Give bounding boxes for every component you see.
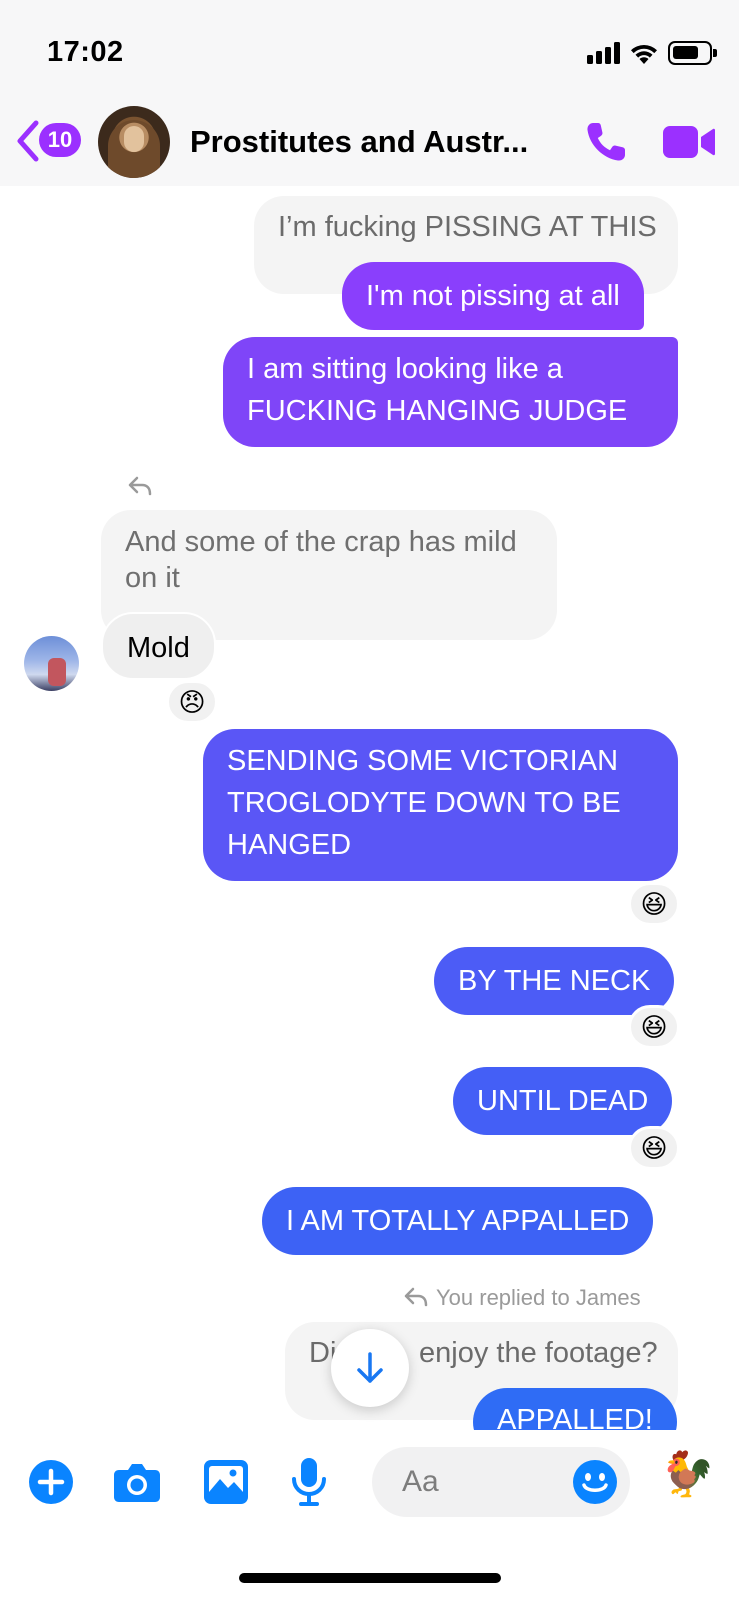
message-line: SENDING SOME VICTORIAN — [227, 745, 619, 777]
outgoing-message[interactable]: I AM TOTALLY APPALLED — [262, 1187, 654, 1255]
outgoing-message[interactable]: SENDING SOME VICTORIAN TROGLODYTE DOWN T… — [203, 729, 678, 881]
battery-icon — [668, 41, 717, 65]
chat-title[interactable]: Prostitutes and Austr... — [190, 124, 528, 160]
photo-gallery-icon[interactable] — [204, 1460, 248, 1504]
message-text: BY THE NECK — [458, 965, 651, 997]
video-call-icon[interactable] — [662, 124, 716, 160]
quoted-message-text-end: enjoy the footage? — [419, 1337, 658, 1369]
message-text: UNTIL DEAD — [477, 1085, 649, 1117]
phone-call-icon[interactable] — [584, 120, 628, 164]
arrow-down-icon — [357, 1352, 383, 1383]
sender-avatar[interactable] — [24, 636, 79, 691]
status-bar: 17:02 — [0, 0, 739, 100]
incoming-message[interactable]: Mold — [101, 612, 216, 680]
cellular-signal-icon — [587, 42, 621, 64]
message-text: Mold — [127, 632, 190, 664]
wifi-icon — [631, 44, 657, 64]
message-reaction[interactable]: 😆 — [628, 1126, 680, 1170]
plus-circle-icon[interactable] — [29, 1460, 73, 1504]
quoted-message-line: on it — [125, 562, 180, 594]
message-reaction[interactable]: 😆 — [628, 1005, 680, 1049]
unread-count-badge: 10 — [39, 123, 81, 157]
message-text: I'm not pissing at all — [366, 280, 620, 312]
message-line: HANGED — [227, 829, 352, 861]
quick-reaction-button[interactable]: 🐓 — [660, 1450, 715, 1500]
quoted-message-line: And some of the crap has mild — [125, 526, 517, 558]
reply-context-label: You replied to James — [436, 1285, 641, 1310]
outgoing-message[interactable]: BY THE NECK — [434, 947, 675, 1015]
outgoing-message[interactable]: I'm not pissing at all — [342, 262, 644, 330]
quoted-message-text: I’m fucking PISSING AT THIS — [278, 211, 657, 243]
chevron-left-icon — [17, 120, 39, 162]
outgoing-message[interactable]: I am sitting looking like a FUCKING HANG… — [223, 337, 678, 447]
message-line: I am sitting looking like a — [247, 353, 563, 385]
chat-header: 10 Prostitutes and Austr... — [0, 100, 739, 186]
reply-arrow-icon — [404, 1287, 428, 1307]
message-input[interactable]: Aa — [372, 1447, 630, 1517]
camera-icon[interactable] — [113, 1462, 161, 1502]
home-indicator — [239, 1573, 501, 1583]
message-reaction[interactable]: 😠 — [166, 680, 218, 724]
reply-arrow-icon — [128, 476, 152, 496]
message-line: FUCKING HANGING JUDGE — [247, 395, 628, 427]
outgoing-message[interactable]: UNTIL DEAD — [453, 1067, 673, 1135]
scroll-to-bottom-button[interactable] — [331, 1329, 409, 1407]
group-avatar[interactable] — [98, 106, 170, 178]
message-text: I AM TOTALLY APPALLED — [286, 1205, 630, 1237]
message-line: TROGLODYTE DOWN TO BE — [227, 787, 621, 819]
status-time: 17:02 — [47, 36, 124, 68]
microphone-icon[interactable] — [291, 1457, 327, 1507]
message-input-placeholder: Aa — [402, 1465, 439, 1498]
back-button[interactable]: 10 — [16, 118, 88, 162]
message-reaction[interactable]: 😆 — [628, 882, 680, 926]
emoji-icon[interactable] — [572, 1459, 618, 1505]
